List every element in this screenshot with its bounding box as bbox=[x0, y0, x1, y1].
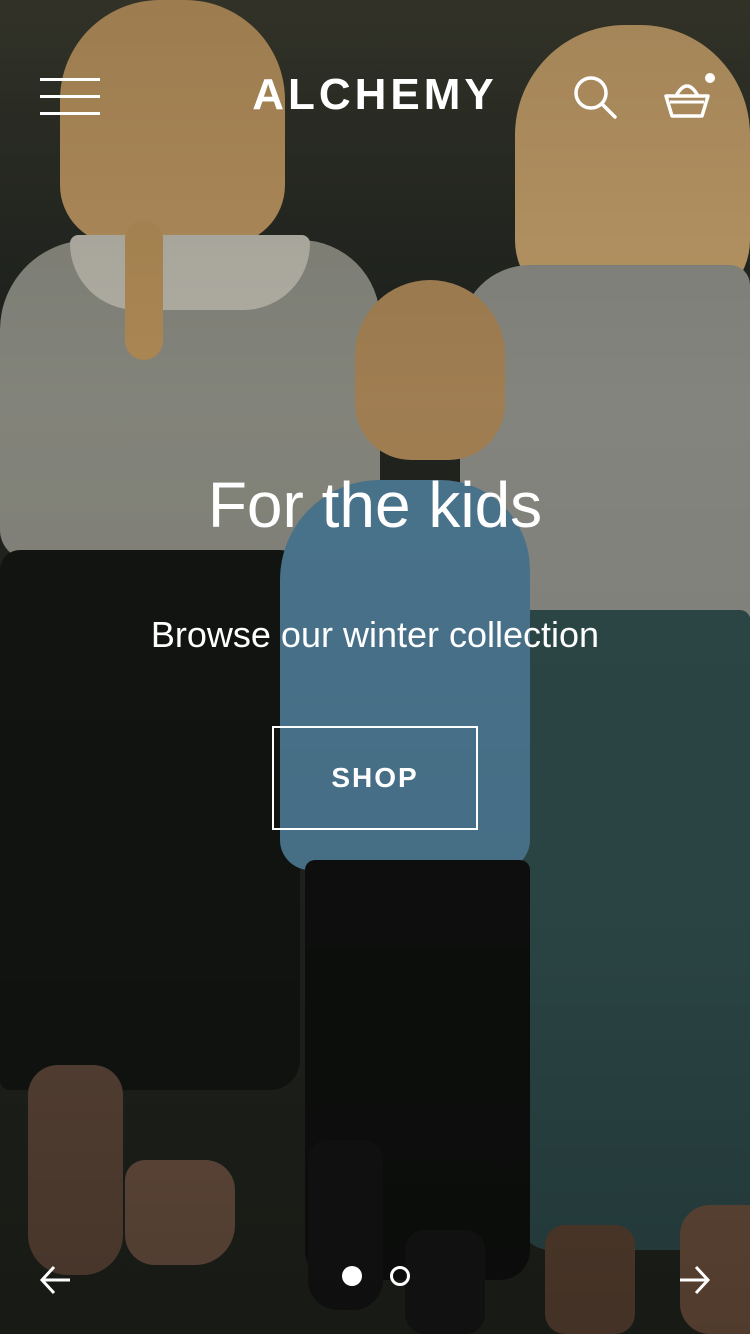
hero-subtitle: Browse our winter collection bbox=[150, 614, 600, 655]
search-icon[interactable] bbox=[572, 74, 618, 120]
carousel-dot-active[interactable] bbox=[342, 1266, 362, 1286]
carousel-dot[interactable] bbox=[390, 1266, 410, 1286]
photo-overlay bbox=[0, 0, 750, 1334]
hero-title: For the kids bbox=[207, 469, 543, 541]
site-header: ALCHEMY bbox=[0, 60, 750, 132]
shopping-basket-icon[interactable] bbox=[662, 72, 718, 120]
hero-banner: ALCHEMY For the kids Browse our winter c… bbox=[0, 0, 750, 1334]
cart-indicator-dot bbox=[705, 73, 715, 83]
shop-button[interactable]: SHOP bbox=[272, 726, 478, 830]
arrow-right-icon[interactable] bbox=[676, 1262, 712, 1298]
brand-logo[interactable]: ALCHEMY bbox=[0, 70, 750, 120]
arrow-left-icon[interactable] bbox=[38, 1262, 74, 1298]
